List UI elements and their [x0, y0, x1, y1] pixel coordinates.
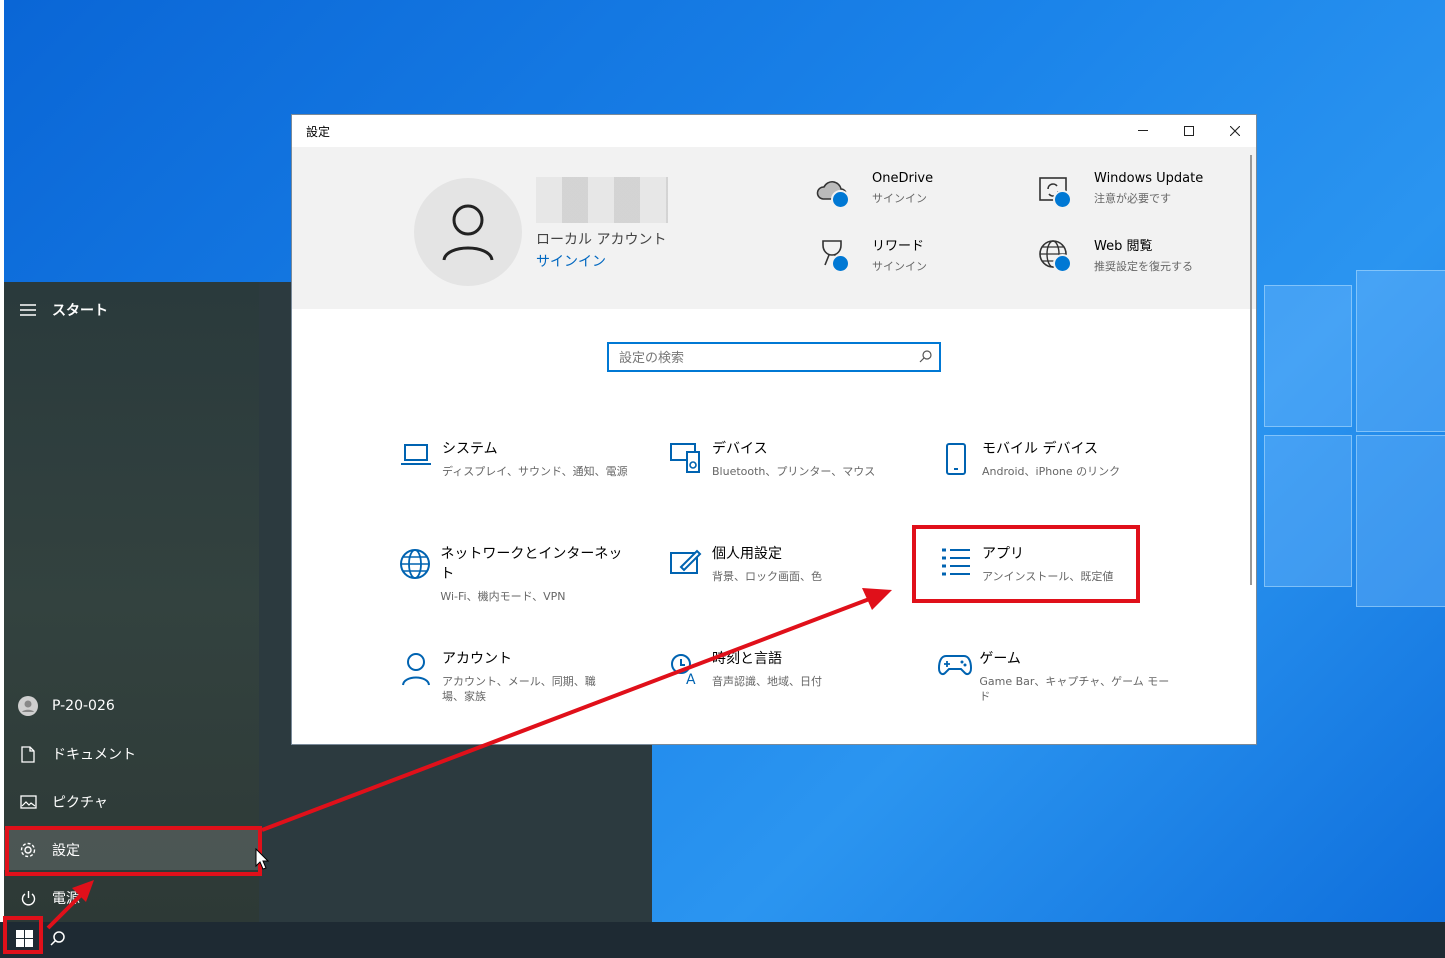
update-icon — [1032, 171, 1076, 211]
start-documents-label: ドキュメント — [52, 747, 136, 763]
user-avatar-icon — [4, 696, 52, 716]
category-title: アカウント — [442, 651, 512, 667]
category-sub: Game Bar、キャプチャ、ゲーム モード — [979, 675, 1170, 703]
taskbar-search-button[interactable] — [46, 926, 70, 950]
blurred-account-name — [536, 177, 668, 223]
settings-highlight-box — [5, 826, 262, 876]
account-type: ローカル アカウント — [536, 232, 667, 248]
web-browsing-title: Web 閲覧 — [1094, 239, 1153, 254]
category-title: 時刻と言語 — [712, 651, 782, 667]
user-icon — [442, 204, 494, 261]
maximize-icon — [1184, 126, 1194, 136]
category-sub: ディスプレイ、サウンド、通知、電源 — [442, 465, 628, 478]
category-title: モバイル デバイス — [982, 441, 1099, 457]
start-user[interactable]: P-20-026 — [4, 686, 259, 726]
start-pictures-label: ピクチャ — [52, 795, 108, 811]
category-sub: Bluetooth、プリンター、マウス — [712, 465, 876, 478]
title-bar: 設定 — [292, 115, 1256, 147]
search-icon — [919, 350, 932, 363]
account-signin-link[interactable]: サインイン — [536, 251, 606, 271]
maximize-button[interactable] — [1166, 115, 1212, 147]
start-header[interactable]: スタート — [4, 290, 259, 330]
web-browsing-link[interactable]: Web 閲覧推奨設定を復元する — [1032, 235, 1193, 275]
category-title: ゲーム — [979, 651, 1021, 667]
category-title: システム — [442, 441, 498, 457]
trophy-icon — [810, 235, 854, 275]
settings-search-input[interactable] — [617, 344, 911, 372]
account-avatar — [414, 178, 522, 286]
time-language-icon: A — [660, 648, 712, 718]
windows-update-title: Windows Update — [1094, 171, 1204, 186]
keyboard-speaker-icon — [660, 438, 712, 508]
onedrive-sub: サインイン — [872, 192, 927, 205]
category-sub: アカウント、メール、同期、職場、家族 — [442, 675, 596, 703]
category-sub: Wi-Fi、機内モード、VPN — [440, 590, 566, 603]
category-sub: Android、iPhone のリンク — [982, 465, 1121, 478]
windows-logo-pane — [1264, 435, 1352, 587]
account-header: ローカル アカウント サインイン OneDrive サインイン Windows U… — [292, 147, 1256, 309]
start-pictures[interactable]: ピクチャ — [4, 782, 259, 822]
category-time-language[interactable]: A 時刻と言語音声認識、地域、日付 — [660, 648, 900, 718]
gamepad-icon — [930, 648, 979, 718]
settings-search-box[interactable] — [607, 342, 941, 372]
window-title: 設定 — [306, 124, 331, 139]
category-network[interactable]: ネットワークとインターネット Wi-Fi、機内モード、VPN — [390, 543, 630, 613]
start-user-label: P-20-026 — [52, 698, 115, 714]
windows-update-link[interactable]: Windows Update 注意が必要です — [1032, 171, 1203, 211]
phone-icon — [930, 438, 982, 508]
close-button[interactable] — [1212, 115, 1256, 147]
category-personalization[interactable]: 個人用設定背景、ロック画面、色 — [660, 543, 900, 613]
category-mobile-devices[interactable]: モバイル デバイス Android、iPhone のリンク — [930, 438, 1170, 508]
category-sub: 音声認識、地域、日付 — [712, 675, 822, 688]
pictures-icon — [4, 795, 52, 809]
onedrive-title: OneDrive — [872, 171, 934, 186]
web-browsing-sub: 推奨設定を復元する — [1094, 260, 1193, 273]
svg-text:A: A — [686, 672, 696, 686]
category-title: ネットワークとインターネット — [440, 546, 623, 582]
start-documents[interactable]: ドキュメント — [4, 734, 259, 774]
windows-logo-pane — [1356, 270, 1445, 432]
paint-icon — [660, 543, 712, 613]
taskbar — [0, 922, 1445, 958]
start-power-label: 電源 — [52, 891, 80, 907]
apps-highlight-box — [912, 525, 1140, 603]
category-title: 個人用設定 — [712, 546, 782, 562]
minimize-icon — [1138, 130, 1148, 131]
hamburger-icon — [4, 304, 52, 316]
start-power[interactable]: 電源 — [4, 878, 259, 918]
globe-icon — [390, 543, 440, 613]
laptop-icon — [390, 438, 442, 508]
windows-logo-pane — [1264, 285, 1352, 427]
rewards-sub: サインイン — [872, 260, 927, 273]
minimize-button[interactable] — [1120, 115, 1166, 147]
window-scrollbar[interactable] — [1250, 155, 1252, 585]
document-icon — [4, 745, 52, 763]
rewards-link[interactable]: リワード サインイン — [810, 235, 927, 275]
cloud-icon — [810, 171, 854, 211]
windows-update-sub: 注意が必要です — [1094, 192, 1171, 205]
start-title: スタート — [52, 303, 108, 319]
windows-logo-pane — [1356, 435, 1445, 607]
search-icon — [50, 931, 65, 946]
category-accounts[interactable]: アカウントアカウント、メール、同期、職場、家族 — [390, 648, 630, 718]
category-devices[interactable]: デバイス Bluetooth、プリンター、マウス — [660, 438, 900, 508]
settings-window: 設定 ローカル アカウント サインイン OneDrive サインイン Windo… — [291, 114, 1257, 745]
category-title: デバイス — [712, 441, 768, 457]
close-icon — [1230, 126, 1240, 136]
mouse-cursor-icon — [255, 848, 269, 870]
onedrive-link[interactable]: OneDrive サインイン — [810, 171, 933, 211]
power-icon — [4, 890, 52, 907]
category-system[interactable]: システムディスプレイ、サウンド、通知、電源 — [390, 438, 630, 508]
category-gaming[interactable]: ゲーム Game Bar、キャプチャ、ゲーム モード — [930, 648, 1170, 718]
globe-icon — [1032, 235, 1076, 275]
start-button-highlight-box — [3, 916, 43, 954]
rewards-title: リワード — [872, 239, 925, 254]
person-icon — [390, 648, 442, 718]
category-sub: 背景、ロック画面、色 — [712, 570, 822, 583]
